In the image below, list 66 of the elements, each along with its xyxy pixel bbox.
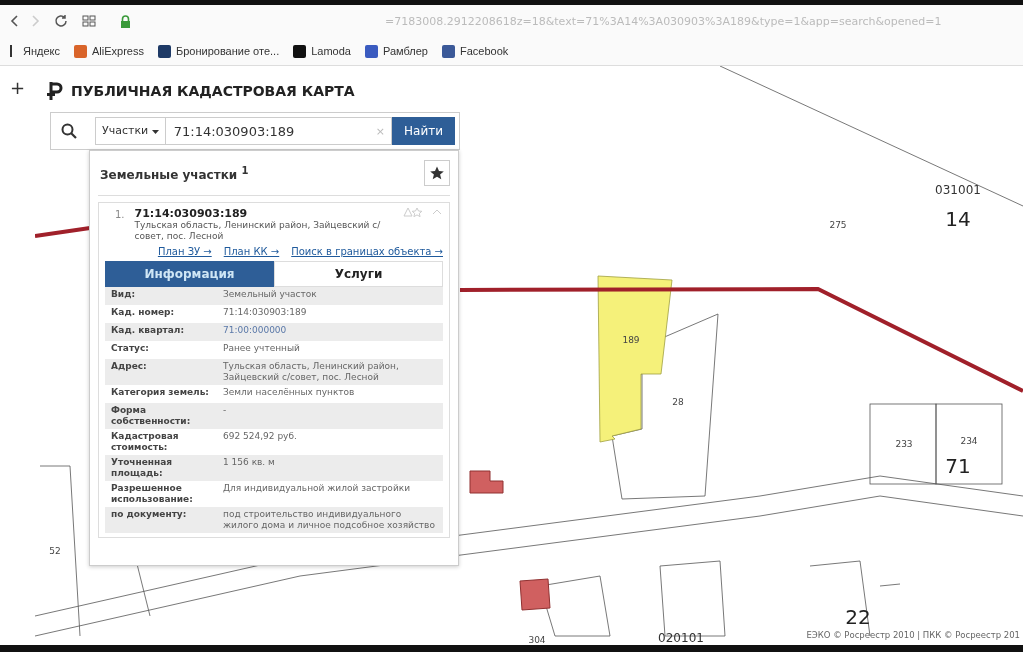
map-label: 233	[895, 439, 913, 449]
app-title: ПУБЛИЧНАЯ КАДАСТРОВАЯ КАРТА	[71, 83, 355, 99]
back-icon[interactable]	[10, 15, 18, 27]
bookmark-link[interactable]: Бронирование оте...	[157, 44, 280, 58]
lock-icon	[120, 14, 131, 28]
map-label: 52	[49, 546, 61, 556]
category-dropdown[interactable]: Участки	[96, 118, 166, 144]
result-address: Тульская область, Ленинский район, Зайцевский с/совет, пос. Лесной	[134, 220, 382, 242]
field-value: Для индивидуальной жилой застройки	[223, 483, 411, 495]
field-value: 1 156 кв. м	[223, 457, 276, 469]
plan-link[interactable]: Поиск в границах объекта →	[291, 246, 443, 257]
field-value: Тульская область, Ленинский район, Зайцевский с/совет, пос. Лесной	[223, 361, 400, 383]
field-value: под строительство индивидуального жилого дома и личное подсобное хозяйство	[223, 509, 436, 531]
field-value: 692 524,92 руб.	[223, 431, 298, 443]
bookmark-link[interactable]: AliExpress	[74, 44, 144, 58]
field-link[interactable]: 71:00:000000	[223, 325, 437, 339]
building-shape	[469, 470, 504, 494]
map-label: 22	[845, 605, 871, 629]
field-value: 71:14:030903:189	[223, 307, 308, 319]
caret-icon	[151, 130, 159, 134]
building-shape	[519, 578, 551, 611]
star-icon	[430, 166, 444, 180]
info-tab[interactable]: Информация	[105, 261, 274, 287]
search-icon[interactable]	[61, 123, 77, 139]
bookmark-link[interactable]: Рамблер	[364, 44, 428, 58]
field-label: Кад. номер:	[111, 307, 176, 319]
bookmark-link[interactable]: Яндекс	[10, 45, 60, 57]
bookmark-link[interactable]: Lamoda	[293, 44, 351, 58]
plan-link[interactable]: План ЗУ →	[157, 246, 212, 257]
copyright-text: ЕЭКО © Росреестр 2010 | ПКК © Росреестр 201	[806, 630, 1020, 640]
favorite-button[interactable]	[424, 160, 450, 186]
field-label: Разрешенное использование:	[111, 483, 194, 505]
result-index: 1.	[115, 208, 125, 222]
reload-icon[interactable]	[54, 14, 68, 28]
field-value: Ранее учтенный	[223, 343, 301, 355]
logo-icon	[47, 82, 63, 100]
info-tab[interactable]: Услуги	[274, 261, 443, 287]
map-label: 71	[945, 454, 971, 478]
map-label: 020101	[658, 631, 704, 643]
field-label: Вид:	[111, 289, 137, 301]
cadastral-number[interactable]: 71:14:030903:189	[134, 207, 393, 220]
field-label: Кад. квартал:	[111, 325, 186, 337]
map-label: 189	[622, 335, 640, 345]
map-label: 234	[960, 436, 978, 446]
map-label: 28	[672, 397, 684, 407]
field-value: Земли населённых пунктов	[223, 387, 356, 399]
field-value: Земельный участок	[223, 289, 318, 301]
field-label: по документу:	[111, 509, 188, 521]
map-label: 275	[829, 220, 847, 230]
zoom-in-button[interactable]: +	[9, 78, 26, 98]
map-label: 304	[528, 635, 546, 643]
field-label: Уточненная площадь:	[111, 457, 174, 479]
field-label: Адрес:	[111, 361, 148, 373]
field-label: Форма собственности:	[111, 405, 192, 427]
field-value: -	[223, 405, 228, 417]
bookmark-link[interactable]: Facebook	[441, 44, 509, 58]
plan-link[interactable]: План КК →	[223, 246, 280, 257]
search-field[interactable]: 71:14:030903:189	[165, 123, 376, 139]
map-label: 14	[945, 207, 971, 231]
find-button[interactable]: Найти	[392, 117, 455, 145]
field-label: Статус:	[111, 343, 150, 355]
map-label: 031001	[935, 183, 981, 197]
tabs-grid-icon[interactable]	[82, 15, 96, 27]
results-heading: Земельные участки $^{1}$	[99, 164, 249, 182]
field-label: Кадастровая стоимость:	[111, 431, 180, 453]
field-label: Категория земель:	[111, 387, 210, 399]
